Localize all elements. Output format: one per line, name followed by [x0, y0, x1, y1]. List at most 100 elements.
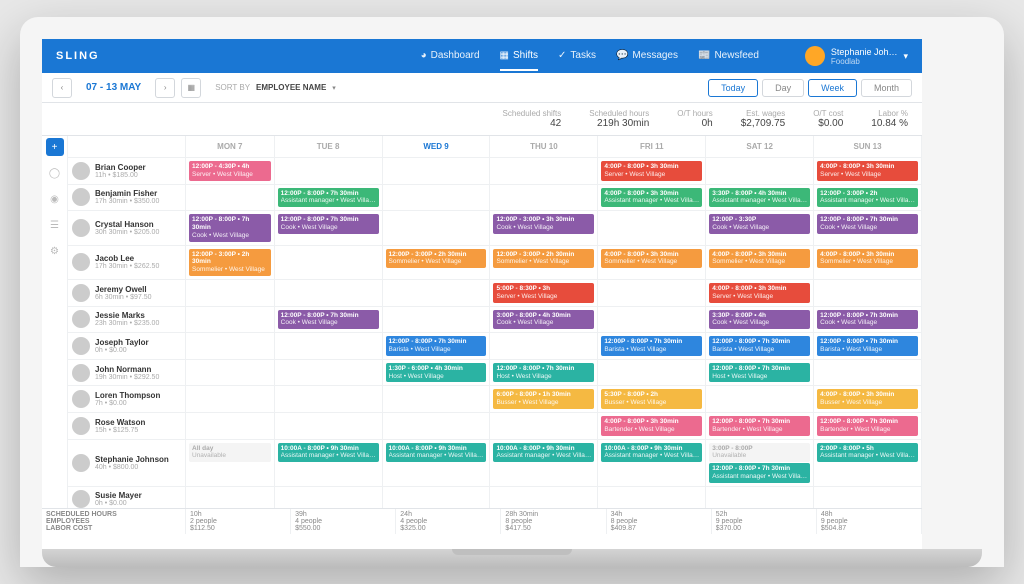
schedule-cell[interactable]: 12:00P - 3:00P • 2h 30minSommelier • Wes… [186, 246, 275, 280]
schedule-cell[interactable] [186, 487, 275, 508]
schedule-cell[interactable]: 12:00P - 8:00P • 7h 30minHost • West Vil… [706, 360, 814, 387]
schedule-cell[interactable]: 3:00P - 8:00PUnavailable12:00P - 8:00P •… [706, 440, 814, 487]
shift-block[interactable]: 4:00P - 8:00P • 3h 30minServer • West Vi… [601, 161, 702, 181]
schedule-cell[interactable]: 12:00P - 3:00P • 3h 30minCook • West Vil… [490, 211, 598, 245]
shift-block[interactable]: 4:00P - 8:00P • 3h 30minBartender • West… [601, 416, 702, 436]
schedule-cell[interactable]: 12:00P - 8:00P • 7h 30minBarista • West … [598, 333, 706, 360]
shift-block[interactable]: 12:00P - 8:00P • 7h 30minBarista • West … [386, 336, 487, 356]
schedule-cell[interactable]: 4:00P - 8:00P • 3h 30minSommelier • West… [706, 246, 814, 280]
shift-block[interactable]: 12:00P - 3:00P • 2h 30minSommelier • Wes… [189, 249, 271, 276]
shift-block[interactable]: 4:00P - 8:00P • 3h 30minSommelier • West… [817, 249, 918, 269]
shift-block[interactable]: 1:30P - 6:00P • 4h 30minHost • West Vill… [386, 363, 487, 383]
shift-block[interactable]: 3:00P - 8:00P • 4h 30minCook • West Vill… [493, 310, 594, 330]
schedule-cell[interactable] [186, 360, 275, 387]
employee-cell[interactable]: Brian Cooper11h • $185.00 [68, 158, 186, 185]
day-header[interactable]: MON 7 [186, 136, 275, 158]
shift-block[interactable]: 12:00P - 8:00P • 7h 30minBartender • Wes… [817, 416, 918, 436]
schedule-cell[interactable]: 12:00P - 8:00P • 7h 30minCook • West Vil… [814, 211, 922, 245]
schedule-cell[interactable]: 12:00P - 8:00P • 7h 30minCook • West Vil… [275, 211, 383, 245]
shift-block[interactable]: 12:00P - 8:00P • 7h 30minBarista • West … [709, 336, 810, 356]
schedule-cell[interactable] [490, 487, 598, 508]
schedule-cell[interactable] [383, 413, 491, 440]
schedule-cell[interactable] [186, 413, 275, 440]
week-view-button[interactable]: Week [808, 79, 857, 97]
schedule-cell[interactable]: 3:00P - 8:00P • 4h 30minCook • West Vill… [490, 307, 598, 334]
schedule-cell[interactable] [383, 280, 491, 307]
shift-block[interactable]: 4:00P - 8:00P • 3h 30minServer • West Vi… [709, 283, 810, 303]
schedule-cell[interactable] [598, 487, 706, 508]
schedule-cell[interactable] [383, 487, 491, 508]
month-view-button[interactable]: Month [861, 79, 912, 97]
day-view-button[interactable]: Day [762, 79, 804, 97]
employee-cell[interactable]: Stephanie Johnson40h • $800.00 [68, 440, 186, 487]
schedule-cell[interactable]: All dayUnavailable [186, 440, 275, 487]
day-header[interactable]: WED 9 [383, 136, 491, 158]
nav-dashboard[interactable]: ◕Dashboard [421, 50, 480, 71]
schedule-cell[interactable] [814, 360, 922, 387]
schedule-cell[interactable]: 4:00P - 8:00P • 3h 30minServer • West Vi… [598, 158, 706, 185]
schedule-cell[interactable] [275, 246, 383, 280]
employee-cell[interactable]: Rose Watson15h • $125.75 [68, 413, 186, 440]
schedule-cell[interactable] [706, 386, 814, 413]
schedule-cell[interactable]: 10:00A - 8:00P • 9h 30minAssistant manag… [275, 440, 383, 487]
schedule-cell[interactable]: 6:00P - 8:00P • 1h 30minBusser • West Vi… [490, 386, 598, 413]
shift-block[interactable]: 12:00P - 8:00P • 7h 30minHost • West Vil… [493, 363, 594, 383]
schedule-cell[interactable]: 10:00A - 8:00P • 9h 30minAssistant manag… [383, 440, 491, 487]
shift-block[interactable]: 12:00P - 8:00P • 7h 30minCook • West Vil… [817, 310, 918, 330]
schedule-cell[interactable]: 12:00P - 8:00P • 7h 30minBartender • Wes… [706, 413, 814, 440]
shift-block[interactable]: 10:00A - 8:00P • 9h 30minAssistant manag… [278, 443, 379, 463]
schedule-cell[interactable]: 12:00P - 8:00P • 7h 30minBarista • West … [706, 333, 814, 360]
shift-block[interactable]: 12:00P - 8:00P • 7h 30minAssistant manag… [278, 188, 379, 208]
shift-block[interactable]: 12:00P - 8:00P • 7h 30minCook • West Vil… [278, 214, 379, 234]
schedule-cell[interactable]: 2:00P - 8:00P • 5hAssistant manager • We… [814, 440, 922, 487]
shift-block[interactable]: 12:00P - 3:00P • 3h 30minCook • West Vil… [493, 214, 594, 234]
shift-block[interactable]: 4:00P - 8:00P • 3h 30minSommelier • West… [709, 249, 810, 269]
shift-block[interactable]: All dayUnavailable [189, 443, 271, 463]
schedule-cell[interactable] [383, 185, 491, 212]
schedule-cell[interactable] [598, 307, 706, 334]
employee-cell[interactable]: Joseph Taylor0h • $0.00 [68, 333, 186, 360]
date-range[interactable]: 07 - 13 MAY [78, 82, 149, 93]
nav-newsfeed[interactable]: 📰Newsfeed [698, 50, 759, 71]
shift-block[interactable]: 3:00P - 8:00PUnavailable [709, 443, 810, 463]
employee-cell[interactable]: Jacob Lee17h 30min • $262.50 [68, 246, 186, 280]
schedule-cell[interactable] [383, 307, 491, 334]
shift-block[interactable]: 12:00P - 8:00P • 7h 30minBartender • Wes… [709, 416, 810, 436]
settings-icon[interactable]: ⚙ [46, 242, 64, 260]
shift-block[interactable]: 12:00P - 3:30PCook • West Village [709, 214, 810, 234]
shift-block[interactable]: 2:00P - 8:00P • 5hAssistant manager • We… [817, 443, 918, 463]
shift-block[interactable]: 12:00P - 8:00P • 7h 30minBarista • West … [817, 336, 918, 356]
employee-cell[interactable]: Loren Thompson7h • $0.00 [68, 386, 186, 413]
shift-block[interactable]: 12:00P - 4:30P • 4hServer • West Village [189, 161, 271, 181]
schedule-cell[interactable] [598, 360, 706, 387]
next-week-button[interactable]: › [155, 78, 175, 98]
shift-block[interactable]: 12:00P - 8:00P • 7h 30minHost • West Vil… [709, 363, 810, 383]
people-filter-icon[interactable]: ◉ [46, 190, 64, 208]
schedule-cell[interactable]: 12:00P - 8:00P • 7h 30minAssistant manag… [275, 185, 383, 212]
day-header[interactable]: FRI 11 [598, 136, 706, 158]
shift-block[interactable]: 4:00P - 8:00P • 3h 30minBusser • West Vi… [817, 389, 918, 409]
schedule-cell[interactable] [275, 158, 383, 185]
nav-tasks[interactable]: ✓Tasks [558, 50, 596, 71]
shift-block[interactable]: 10:00A - 8:00P • 9h 30minAssistant manag… [493, 443, 594, 463]
schedule-cell[interactable]: 4:00P - 8:00P • 3h 30minServer • West Vi… [814, 158, 922, 185]
schedule-cell[interactable]: 12:00P - 4:30P • 4hServer • West Village [186, 158, 275, 185]
schedule-cell[interactable] [275, 413, 383, 440]
schedule-cell[interactable]: 12:00P - 3:00P • 2hAssistant manager • W… [814, 185, 922, 212]
schedule-cell[interactable]: 12:00P - 3:00P • 2h 30minSommelier • Wes… [490, 246, 598, 280]
schedule-cell[interactable] [275, 487, 383, 508]
prev-week-button[interactable]: ‹ [52, 78, 72, 98]
shift-block[interactable]: 3:30P - 8:00P • 4h 30minAssistant manage… [709, 188, 810, 208]
schedule-cell[interactable] [706, 487, 814, 508]
sort-value[interactable]: EMPLOYEE NAME [256, 83, 326, 92]
schedule-cell[interactable] [186, 185, 275, 212]
schedule-cell[interactable]: 4:00P - 8:00P • 3h 30minSommelier • West… [598, 246, 706, 280]
schedule-cell[interactable]: 12:00P - 3:00P • 2h 30minSommelier • Wes… [383, 246, 491, 280]
shift-block[interactable]: 12:00P - 3:00P • 2h 30minSommelier • Wes… [493, 249, 594, 269]
schedule-cell[interactable]: 4:00P - 8:00P • 3h 30minServer • West Vi… [706, 280, 814, 307]
add-shift-button[interactable]: + [46, 138, 64, 156]
schedule-cell[interactable] [383, 386, 491, 413]
employee-cell[interactable]: Jeremy Owell6h 30min • $97.50 [68, 280, 186, 307]
schedule-cell[interactable] [275, 360, 383, 387]
schedule-cell[interactable]: 4:00P - 8:00P • 3h 30minBartender • West… [598, 413, 706, 440]
